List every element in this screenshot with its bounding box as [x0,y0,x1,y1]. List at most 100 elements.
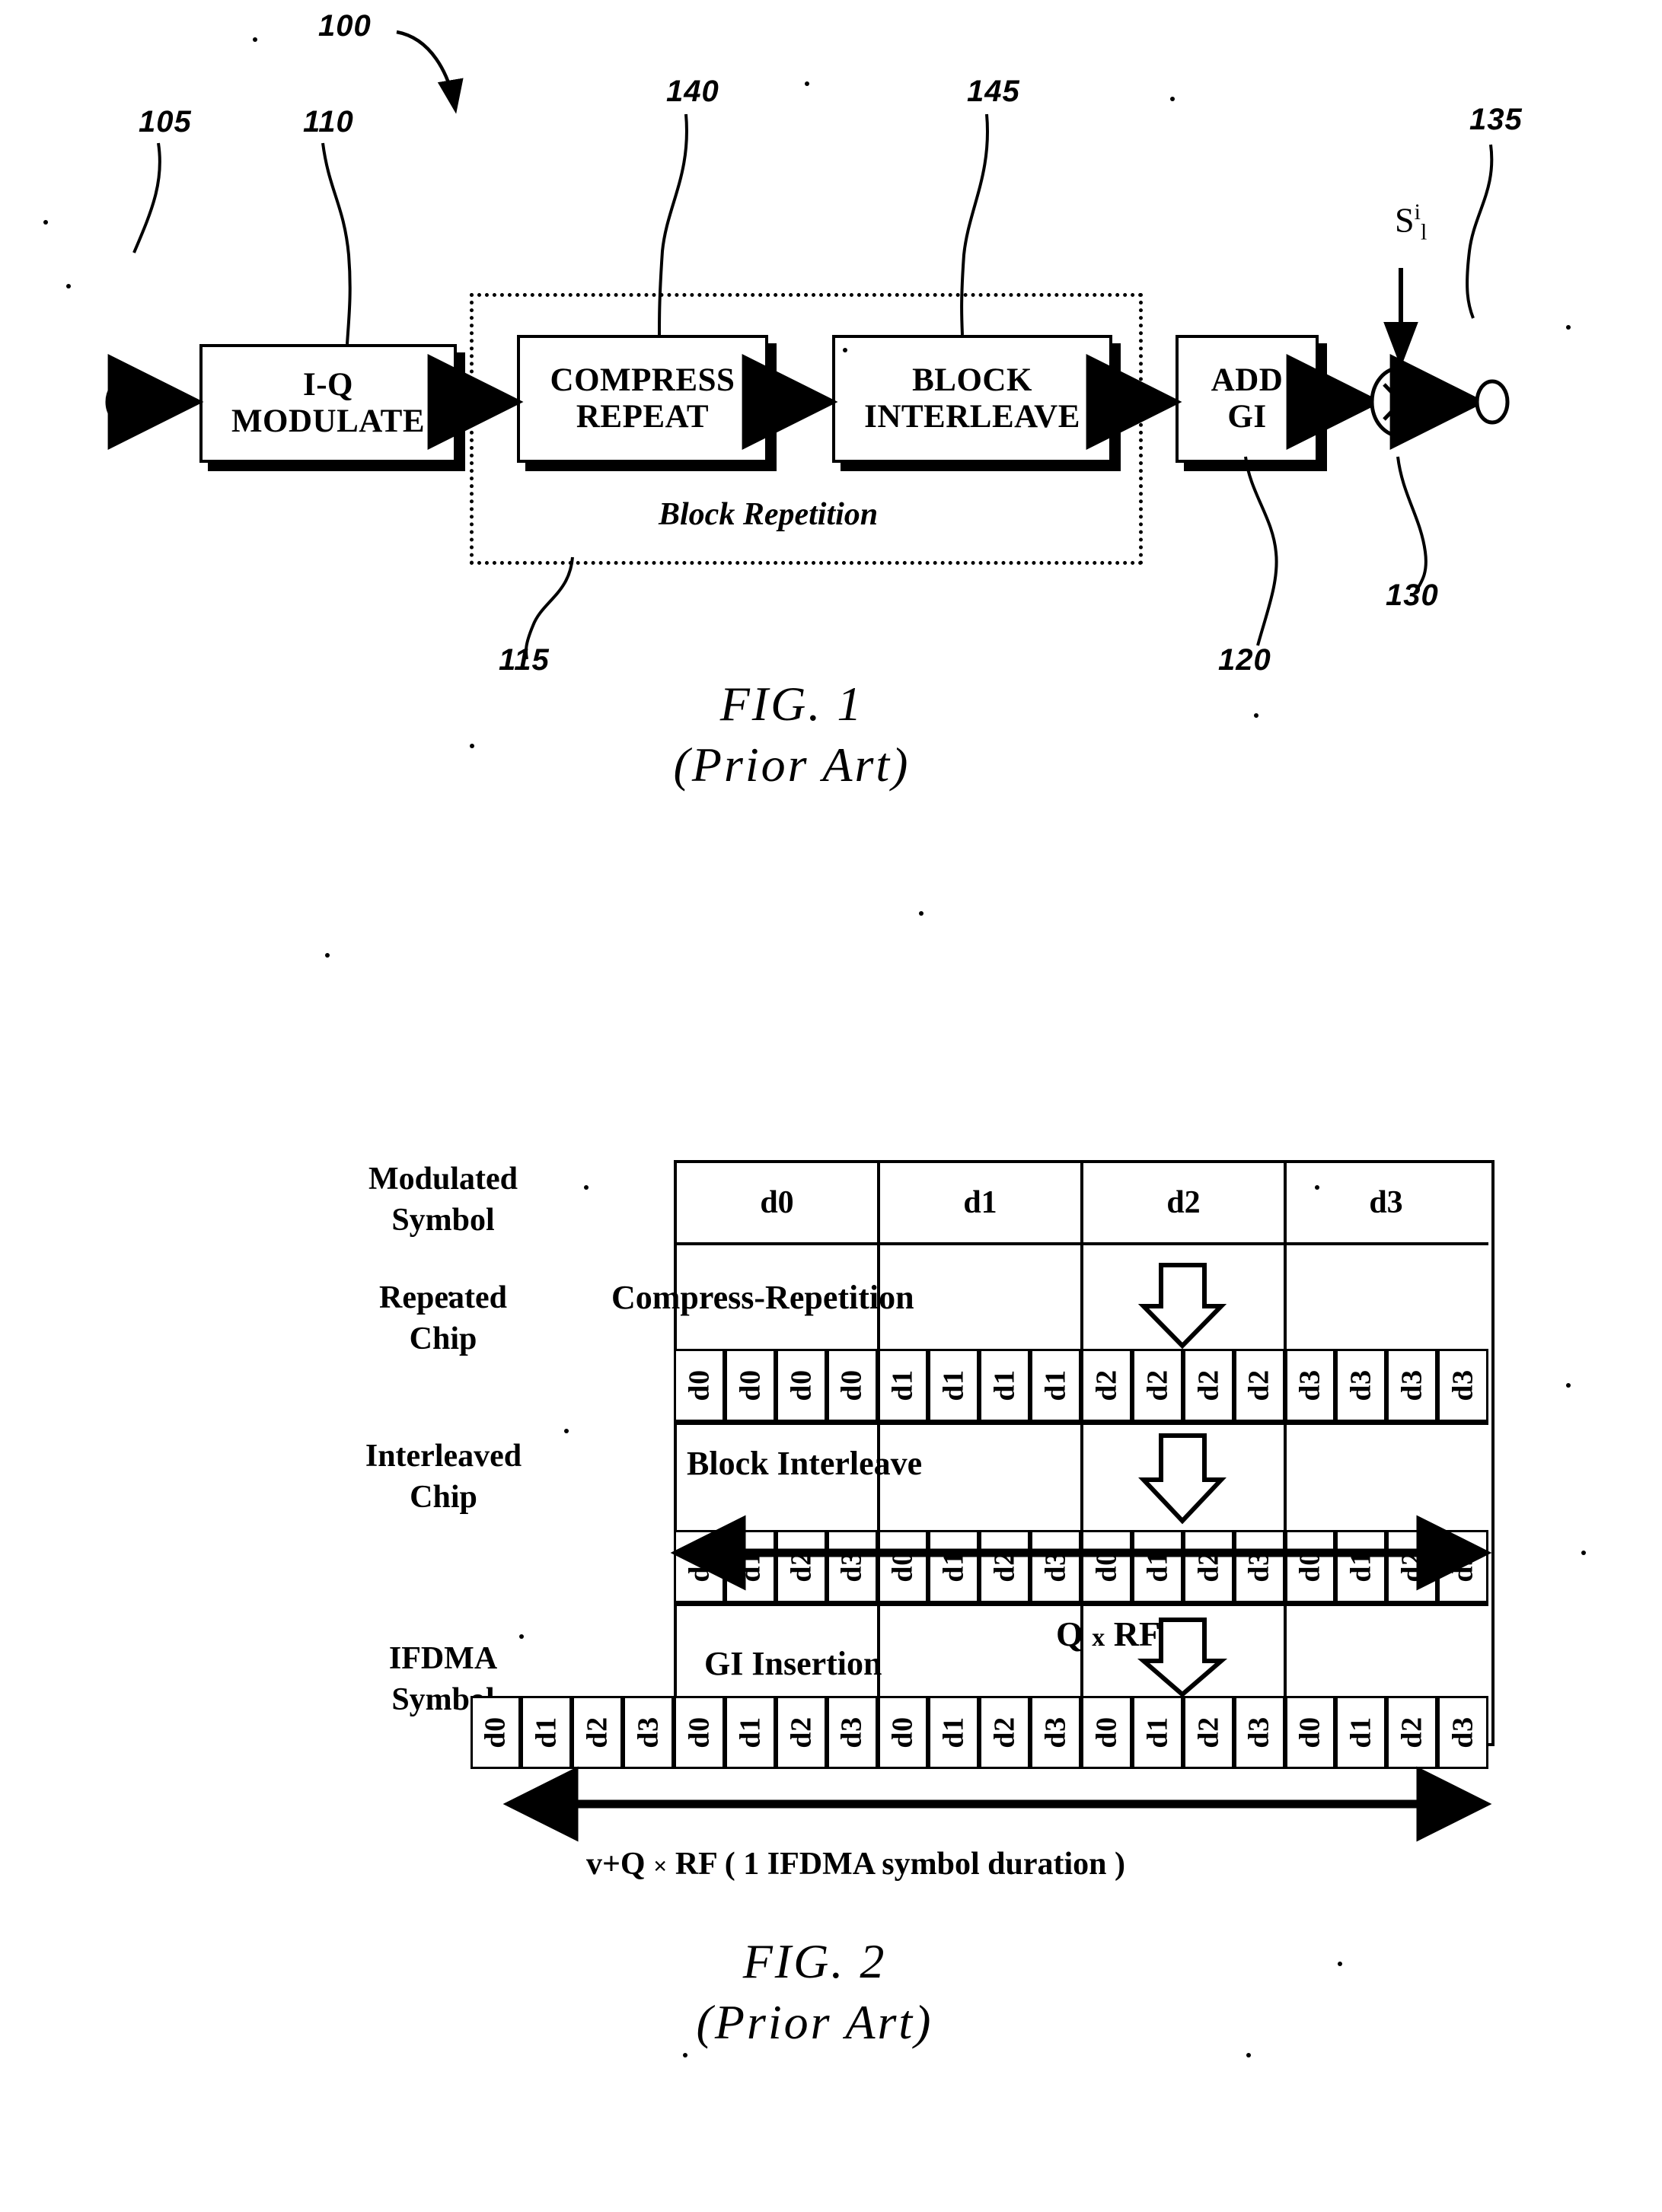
ifdma-symbol-cell-text: d0 [683,1716,716,1748]
block-iq-modulate-line1: I-Q [303,366,353,403]
block-add-gi[interactable]: ADD GI [1176,335,1319,463]
refnum-105: 105 [139,105,192,139]
interleaved-chip-cell: d2 [1182,1530,1234,1603]
interleaved-chip-cell-text: d2 [785,1551,818,1583]
repeated-chip-cell: d0 [724,1349,776,1422]
repeated-chip-cell: d3 [1335,1349,1387,1422]
table-row-divider-1 [674,1242,1488,1245]
repeated-chip-cell-text: d3 [1447,1369,1479,1401]
block-add-gi-line2: GI [1227,399,1267,435]
interleaved-chip-cell: d0 [1284,1530,1336,1603]
repeated-chip-cell-text: d3 [1396,1369,1428,1401]
repeated-chip-cell: d2 [1131,1349,1183,1422]
ifdma-symbol-cell: d1 [1335,1696,1387,1769]
interleaved-chip-cell: d3 [826,1530,878,1603]
ifdma-symbol-cell-text: d1 [734,1716,767,1748]
repeated-chip-cell-text: d0 [785,1369,818,1401]
ifdma-guard-interval-cell: d3 [623,1696,674,1769]
ifdma-symbol-cell: d0 [877,1696,929,1769]
interleaved-chip-cell-text: d1 [734,1551,767,1583]
ifdma-symbol-cell-text: d3 [836,1716,869,1748]
repeated-chip-cell-text: d2 [1090,1369,1123,1401]
ifdma-symbol-cell-text: d3 [1447,1716,1479,1748]
repeated-chip-cell: d1 [1030,1349,1081,1422]
block-iq-modulate[interactable]: I-Q MODULATE [199,344,457,463]
interleaved-chip-cell: d0 [877,1530,929,1603]
interleaved-chip-cell: d1 [1335,1530,1387,1603]
repeated-chip-cell-text: d0 [683,1369,716,1401]
ifdma-symbol-cell-text: d1 [937,1716,970,1748]
interleaved-chip-cell-text: d3 [1447,1551,1479,1583]
interleaved-chip-cell: d1 [1131,1530,1183,1603]
ifdma-symbol-cell-text: d2 [1192,1716,1225,1748]
refnum-100: 100 [318,9,372,43]
repeated-chip-cell-text: d0 [836,1369,869,1401]
row-label-interleaved-chip: Interleaved Chip [320,1436,567,1519]
repeated-chip-cell: d0 [775,1349,827,1422]
ifdma-guard-interval-cell-text: d0 [479,1716,512,1748]
modulated-symbol-cell-text: d0 [760,1185,794,1220]
interleaved-chip-cell-text: d3 [836,1551,869,1583]
ifdma-symbol-cell-text: d2 [1396,1716,1428,1748]
ifdma-symbol-cell-text: d0 [1090,1716,1123,1748]
ifdma-symbol-cell-text: d0 [1294,1716,1326,1748]
repeated-chip-cell-text: d1 [937,1369,970,1401]
block-repetition-label: Block Repetition [659,497,879,532]
operation-label-compress-repetition: Compress-Repetition [611,1279,914,1316]
q-times-rf-rf: RF [1113,1614,1161,1653]
interleaved-chip-cell: d0 [1081,1530,1132,1603]
refnum-115: 115 [499,643,550,677]
block-block-interleave[interactable]: BLOCK INTERLEAVE [832,335,1112,463]
ifdma-symbol-cell-text: d3 [1243,1716,1276,1748]
block-block-interleave-line1: BLOCK [912,362,1032,398]
ifdma-symbol-cell-text: d3 [1039,1716,1072,1748]
row-label-ifdma-symbol-line1: IFDMA [388,1641,498,1676]
q-times-rf-label: Q x RF [1056,1614,1160,1654]
interleaved-chip-cell: d2 [1386,1530,1438,1603]
q-times-rf-q: Q [1056,1614,1083,1653]
refnum-145: 145 [967,75,1020,108]
operation-label-gi-insertion: GI Insertion [704,1645,882,1682]
modulated-symbol-cell-text: d3 [1369,1185,1403,1220]
ifdma-symbol-cell: d2 [1386,1696,1438,1769]
interleaved-chip-cell: d2 [775,1530,827,1603]
row-label-repeated-chip-line2: Chip [409,1321,477,1356]
row-label-modulated-symbol: Modulated Symbol [329,1159,557,1241]
ifdma-symbol-cell: d3 [1437,1696,1488,1769]
ifdma-symbol-cell-text: d2 [988,1716,1021,1748]
interleaved-chip-cell-text: d0 [1294,1551,1326,1583]
refnum-120: 120 [1218,643,1271,677]
repeated-chip-cell: d3 [1437,1349,1488,1422]
repeated-chip-cell: d2 [1081,1349,1132,1422]
figure-1-caption-line2: (Prior Art) [673,738,911,792]
ifdma-symbol-cell: d0 [1081,1696,1132,1769]
repeated-chip-cell-text: d2 [1192,1369,1225,1401]
table-col-divider-3 [1284,1160,1287,1740]
ifdma-symbol-cell: d3 [1233,1696,1285,1769]
repeated-chip-cell: d1 [877,1349,929,1422]
ifdma-symbol-cell-text: d1 [1141,1716,1174,1748]
repeated-chip-cell: d1 [979,1349,1031,1422]
interleaved-chip-cell-text: d3 [1039,1551,1072,1583]
interleaved-chip-cell-text: d1 [937,1551,970,1583]
table-row-divider-3 [674,1422,1488,1425]
row-label-interleaved-chip-line2: Chip [410,1479,477,1515]
figure-1-caption: FIG. 1 (Prior Art) [579,676,1005,793]
duration-prefix: v+Q [586,1847,646,1882]
ifdma-symbol-cell-text: d0 [886,1716,919,1748]
interleaved-chip-cell: d2 [979,1530,1031,1603]
block-compress-repeat[interactable]: COMPRESS REPEAT [517,335,768,463]
interleaved-chip-cell: d3 [1233,1530,1285,1603]
block-block-interleave-line2: INTERLEAVE [864,399,1080,435]
repeated-chip-cell: d3 [1386,1349,1438,1422]
ifdma-guard-interval-cell: d0 [470,1696,522,1769]
operation-label-block-interleave: Block Interleave [687,1445,923,1482]
repeated-chip-cell: d3 [1284,1349,1336,1422]
duration-rf: RF [675,1847,717,1882]
ifdma-symbol-cell: d1 [724,1696,776,1769]
q-times-rf-times: x [1092,1624,1105,1652]
block-add-gi-line1: ADD [1211,362,1284,398]
row-label-interleaved-chip-line1: Interleaved [365,1439,522,1474]
repeated-chip-cell-text: d2 [1141,1369,1174,1401]
modulated-symbol-cell-text: d1 [963,1185,997,1220]
